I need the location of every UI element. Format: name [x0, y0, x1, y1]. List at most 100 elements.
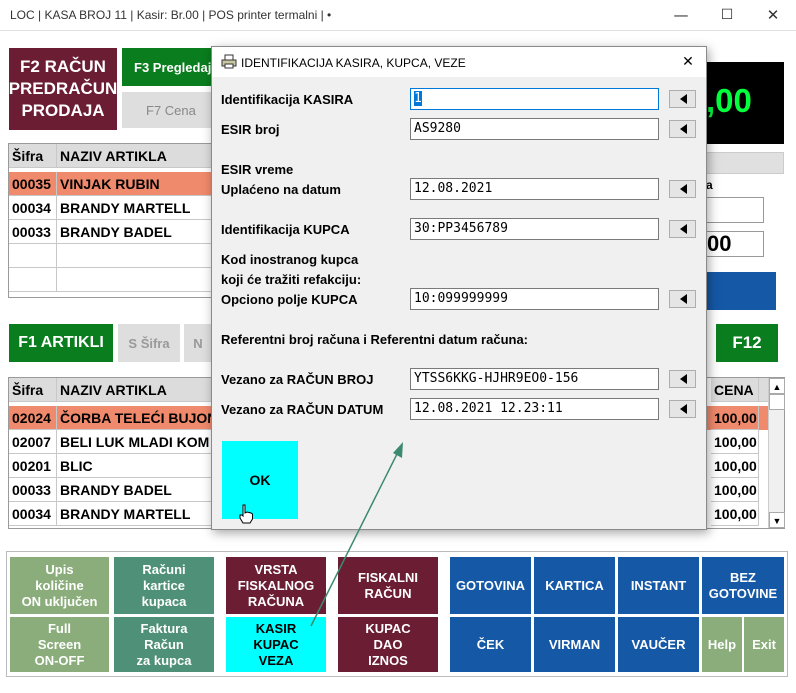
label-kupac-id: Identifikacija KUPCA	[221, 222, 350, 237]
empty-cell	[9, 244, 57, 268]
label-kod-line2: koji će tražiti refakciju:	[221, 272, 362, 287]
right-input-2[interactable]: 00	[706, 231, 764, 257]
printer-icon	[221, 54, 237, 69]
kupac-dao-iznos-button[interactable]: KUPAC DAO IZNOS	[337, 616, 439, 673]
opciono-arrow-button[interactable]	[669, 290, 696, 308]
fiskalni-racun-button[interactable]: FISKALNI RAČUN	[337, 556, 439, 615]
vezano-datum-input[interactable]: 12.08.2021 12.23:11	[410, 398, 659, 420]
gotovina-button[interactable]: GOTOVINA	[449, 556, 532, 615]
btn-line: Računi	[142, 561, 186, 577]
scroll-up-icon[interactable]: ▲	[769, 378, 785, 394]
btn-line: Faktura	[140, 620, 188, 636]
row-code: 00034	[9, 196, 57, 220]
maximize-button[interactable]: ☐	[704, 0, 750, 31]
faktura-racun-button[interactable]: Faktura Račun za kupca	[113, 616, 215, 673]
naziv-search-button[interactable]: N	[184, 324, 212, 362]
f12-button[interactable]: F12	[716, 324, 778, 362]
empty-row	[9, 268, 214, 292]
btn-line: KASIR	[255, 620, 297, 636]
status-field	[706, 152, 784, 174]
vertical-scrollbar[interactable]: ▲ ▼	[768, 378, 785, 528]
esir-input[interactable]: AS9280	[410, 118, 659, 140]
virman-button[interactable]: VIRMAN	[533, 616, 616, 673]
uplaceno-arrow-button[interactable]	[669, 180, 696, 198]
sifra-search-button[interactable]: S Šifra	[118, 324, 180, 362]
opciono-input[interactable]: 10:099999999	[410, 288, 659, 310]
left-arrow-icon	[679, 224, 687, 234]
row-code: 00033	[9, 478, 57, 502]
btn-line: Račun	[144, 636, 184, 652]
btn-line: KUPAC	[365, 620, 411, 636]
f7-cena-button[interactable]: F7 Cena	[122, 92, 214, 128]
dialog-close-button[interactable]: ✕	[676, 51, 700, 73]
btn-line: kartice	[143, 577, 185, 593]
btn-line: FISKALNOG	[237, 577, 315, 593]
table-row[interactable]: 00034 BRANDY MARTELL	[9, 196, 214, 220]
row-price: 100,00	[711, 502, 759, 526]
btn-line: DAO	[373, 636, 403, 652]
row-price: 100,00	[711, 406, 759, 430]
kartica-button[interactable]: KARTICA	[533, 556, 616, 615]
label-referentni: Referentni broj računa i Referentni datu…	[221, 332, 529, 347]
btn-line: IZNOS	[368, 652, 408, 668]
label-kasir-id: Identifikacija KASIRA	[221, 92, 354, 107]
close-button[interactable]: ✕	[750, 0, 796, 31]
exit-button[interactable]: Exit	[743, 616, 785, 673]
identification-dialog: IDENTIFIKACIJA KASIRA, KUPCA, VEZE ✕ Ide…	[211, 46, 707, 530]
btn-line: BEZ	[730, 569, 756, 585]
vaucer-button[interactable]: VAUČER	[617, 616, 700, 673]
f3-pregledaj-button[interactable]: F3 Pregledaj	[122, 48, 214, 86]
row-code: 00201	[9, 454, 57, 478]
help-button[interactable]: Help	[701, 616, 743, 673]
uplaceno-input[interactable]: 12.08.2021	[410, 178, 659, 200]
kasir-kupac-veza-button[interactable]: KASIR KUPAC VEZA	[225, 616, 327, 673]
vezano-broj-input[interactable]: YTSS6KKG-HJHR9EO0-156	[410, 368, 659, 390]
header-cena: CENA	[711, 378, 759, 402]
table-row[interactable]: 00033 BRANDY BADEL	[9, 220, 214, 244]
bez-gotovine-button[interactable]: BEZ GOTOVINE	[701, 556, 785, 615]
row-name: BRANDY MARTELL	[57, 196, 214, 220]
instant-button[interactable]: INSTANT	[617, 556, 700, 615]
cek-button[interactable]: ČEK	[449, 616, 532, 673]
minimize-button[interactable]: —	[658, 0, 704, 31]
full-screen-button[interactable]: Full Screen ON-OFF	[9, 616, 110, 673]
row-code: 02024	[9, 406, 57, 430]
label-esir-vreme: ESIR vreme	[221, 162, 294, 177]
header-sifra: Šifra	[9, 144, 57, 168]
kasir-id-arrow-button[interactable]	[669, 90, 696, 108]
row-name: BELI LUK MLADI KOM	[57, 430, 214, 454]
right-input-1[interactable]	[706, 197, 764, 223]
kupac-id-arrow-button[interactable]	[669, 220, 696, 238]
vezano-broj-arrow-button[interactable]	[669, 370, 696, 388]
f2-line1: F2 RAČUN	[20, 57, 106, 76]
scroll-thumb[interactable]	[769, 394, 785, 410]
header-sifra: Šifra	[9, 378, 57, 402]
dialog-title: IDENTIFIKACIJA KASIRA, KUPCA, VEZE	[241, 56, 466, 70]
empty-cell	[9, 268, 57, 292]
label-uplaceno: Uplaćeno na datum	[221, 182, 341, 197]
racuni-kartice-kupaca-button[interactable]: Računi kartice kupaca	[113, 556, 215, 615]
empty-row	[9, 244, 214, 268]
btn-line: KUPAC	[253, 636, 299, 652]
scroll-down-icon[interactable]: ▼	[769, 512, 785, 528]
table-row[interactable]: 00035 VINJAK RUBIN	[9, 172, 214, 196]
total-value: ,00	[706, 82, 752, 119]
upis-kolicine-button[interactable]: Upis količine ON uključen	[9, 556, 110, 615]
ok-button[interactable]: OK	[222, 441, 298, 519]
vezano-datum-arrow-button[interactable]	[669, 400, 696, 418]
hand-cursor-icon	[239, 504, 253, 524]
btn-line: RAČUN	[364, 585, 412, 601]
vrsta-fiskalnog-racuna-button[interactable]: VRSTA FISKALNOG RAČUNA	[225, 556, 327, 615]
row-name: BLIC	[57, 454, 214, 478]
right-blue-button[interactable]	[706, 272, 776, 310]
kupac-id-input[interactable]: 30:PP3456789	[410, 218, 659, 240]
btn-line: GOTOVINE	[708, 585, 778, 601]
btn-line: RAČUNA	[247, 593, 305, 609]
btn-line: VRSTA	[254, 561, 298, 577]
table-header-row: Šifra NAZIV ARTIKLA	[9, 144, 214, 168]
esir-arrow-button[interactable]	[669, 120, 696, 138]
kasir-id-input[interactable]: 1	[410, 88, 659, 110]
f2-racun-button[interactable]: F2 RAČUN PREDRAČUN PRODAJA	[9, 48, 117, 130]
f1-artikli-button[interactable]: F1 ARTIKLI	[9, 324, 113, 362]
row-code: 02007	[9, 430, 57, 454]
